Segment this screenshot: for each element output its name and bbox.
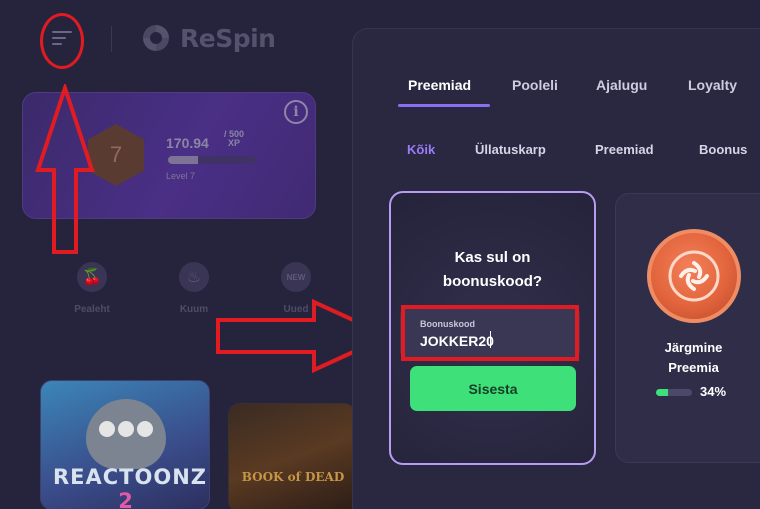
nav-item-home[interactable]: 🍒 Pealeht bbox=[52, 262, 132, 315]
game-tile-book-of-dead[interactable]: BOOK of DEAD bbox=[228, 403, 356, 509]
flame-icon: ♨ bbox=[179, 262, 209, 292]
bonus-code-question: Kas sul on boonuskood? bbox=[442, 249, 543, 290]
xp-max: / 500 XP bbox=[224, 129, 245, 148]
reward-progress-fill bbox=[656, 389, 669, 396]
game-title: REACTOONZ 2 bbox=[53, 465, 208, 509]
tab-preemiad[interactable]: Preemiad bbox=[408, 77, 471, 93]
annotation-ellipse bbox=[40, 13, 84, 69]
header-divider bbox=[111, 26, 112, 52]
xp-current: 170.94 bbox=[166, 135, 209, 151]
annotation-up-arrow bbox=[35, 84, 95, 254]
reward-progress-bar bbox=[656, 389, 692, 396]
next-reward-label: Järgmine Preemia bbox=[664, 340, 723, 375]
active-tab-indicator bbox=[398, 104, 490, 107]
new-badge-icon: NEW bbox=[281, 262, 311, 292]
level-number: 7 bbox=[109, 142, 123, 167]
cherry-icon: 🍒 bbox=[77, 262, 107, 292]
game-tile-reactoonz[interactable]: REACTOONZ 2 bbox=[40, 380, 210, 509]
logo[interactable]: ReSpin bbox=[140, 20, 276, 56]
tab-ajalugu[interactable]: Ajalugu bbox=[596, 77, 647, 93]
logo-text: ReSpin bbox=[180, 23, 276, 53]
swirl-icon bbox=[668, 250, 720, 302]
subtab-ullatuskarp[interactable]: Üllatuskarp bbox=[475, 142, 546, 157]
tab-loyalty[interactable]: Loyalty bbox=[688, 77, 737, 93]
subtab-preemiad[interactable]: Preemiad bbox=[595, 142, 654, 157]
info-icon[interactable]: i bbox=[284, 100, 308, 124]
annotation-rectangle bbox=[401, 305, 579, 361]
monster-eye bbox=[99, 421, 115, 437]
subtab-boonus[interactable]: Boonus bbox=[699, 142, 747, 157]
xp-progress-bar bbox=[168, 156, 256, 164]
monster-eye bbox=[118, 421, 134, 437]
submit-button[interactable]: Sisesta bbox=[410, 366, 576, 411]
tab-pooleli[interactable]: Pooleli bbox=[512, 77, 558, 93]
level-label: Level 7 bbox=[166, 171, 196, 181]
monster-eye bbox=[137, 421, 153, 437]
reward-progress-percent: 34% bbox=[700, 384, 727, 399]
nav-label: Pealeht bbox=[74, 304, 110, 315]
reward-coin-icon bbox=[647, 229, 741, 323]
game-title: BOOK of DEAD bbox=[241, 470, 345, 484]
respin-logo-icon bbox=[143, 25, 169, 51]
subtab-koik[interactable]: Kõik bbox=[407, 142, 435, 157]
nav-label: Kuum bbox=[179, 304, 209, 315]
xp-progress-fill bbox=[168, 156, 198, 164]
